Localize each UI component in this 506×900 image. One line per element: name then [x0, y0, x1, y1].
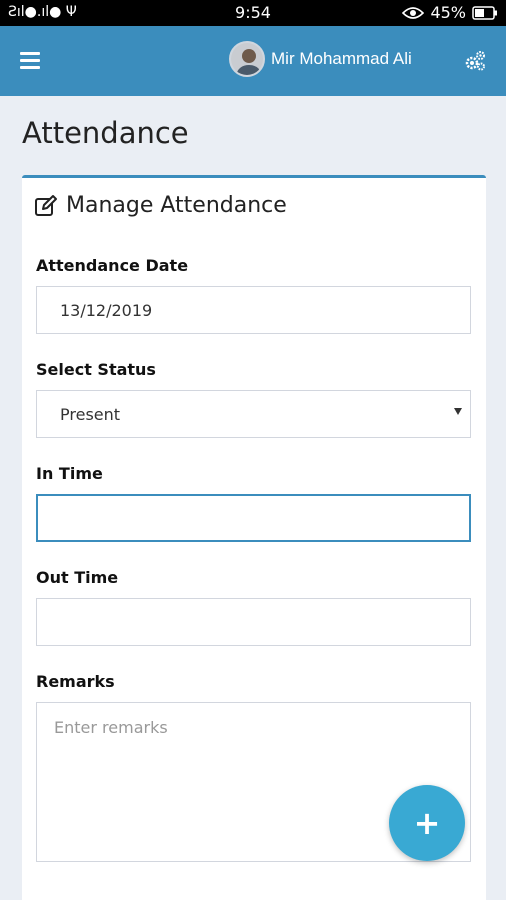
- battery-icon: [472, 5, 497, 20]
- remarks-placeholder: Enter remarks: [54, 718, 168, 737]
- app-header: Mir Mohammad Ali: [0, 26, 506, 96]
- dropdown-caret-icon: [454, 408, 462, 415]
- in-time-input[interactable]: [36, 494, 471, 542]
- battery-percent: 45%: [430, 3, 466, 22]
- attendance-date-value: 13/12/2019: [60, 301, 153, 320]
- attendance-date-label: Attendance Date: [36, 256, 189, 275]
- hamburger-menu-icon[interactable]: [20, 52, 40, 70]
- user-name: Mir Mohammad Ali: [271, 49, 412, 68]
- in-time-label: In Time: [36, 464, 103, 483]
- user-profile[interactable]: Mir Mohammad Ali: [229, 41, 412, 77]
- card-title: Manage Attendance: [66, 193, 287, 218]
- select-status-label: Select Status: [36, 360, 156, 379]
- out-time-label: Out Time: [36, 568, 119, 587]
- status-right: 45%: [402, 3, 498, 22]
- out-time-input[interactable]: [36, 598, 471, 646]
- card-header: Manage Attendance: [34, 193, 287, 218]
- page-title: Attendance: [22, 116, 189, 150]
- status-bar: Ƨıl●.ıl● Ψ 9:54 45%: [0, 0, 506, 26]
- add-button[interactable]: +: [389, 785, 465, 861]
- edit-icon: [35, 194, 57, 216]
- status-selected-value: Present: [60, 405, 121, 424]
- eye-icon: [402, 6, 425, 19]
- gears-icon[interactable]: [463, 49, 487, 73]
- attendance-date-input[interactable]: 13/12/2019: [36, 286, 471, 334]
- status-select[interactable]: Present: [36, 390, 471, 438]
- avatar: [229, 41, 265, 77]
- remarks-label: Remarks: [36, 672, 115, 691]
